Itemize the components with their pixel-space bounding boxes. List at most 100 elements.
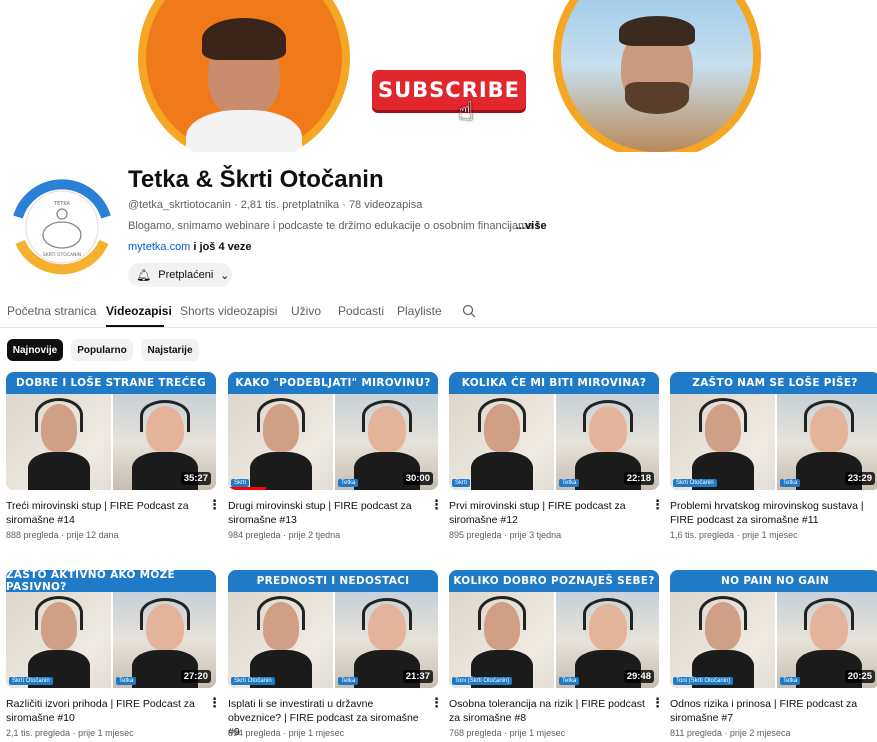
video-duration: 22:18 (623, 472, 654, 485)
upload-age: prije 1 mjesec (509, 728, 566, 738)
tab-playlists[interactable]: Playliste (397, 304, 442, 318)
video-thumbnail[interactable]: ZAŠTO AKTIVNO AKO MOŽE PASIVNO? Škrti Ot… (6, 570, 216, 688)
more-options-icon[interactable]: ⋮ (430, 696, 443, 709)
video-duration: 23:29 (844, 472, 875, 485)
video-meta: 2,1 tis. pregleda · prije 1 mjesec (6, 728, 134, 738)
video-title[interactable]: Osobna tolerancija na rizik | FIRE podca… (449, 697, 645, 725)
chevron-down-icon: ⌄ (220, 269, 230, 282)
view-count: 768 pregleda (449, 728, 502, 738)
video-duration: 30:00 (402, 472, 433, 485)
video-title[interactable]: Odnos rizika i prinosa | FIRE podcast za… (670, 697, 866, 725)
thumbnail-name-tag: Tetka (780, 677, 801, 685)
view-count: 895 pregleda (449, 530, 502, 540)
video-meta: 894 pregleda · prije 1 mjesec (228, 728, 345, 738)
thumbnail-name-tag: Tetka (559, 479, 580, 487)
video-thumbnail[interactable]: KAKO "PODEBLJATI" MIROVINU? Škrti Tetka 3… (228, 372, 438, 490)
channel-tabs: Početna stranica Videozapisi Shorts vide… (0, 298, 877, 328)
website-link[interactable]: mytetka.com (128, 241, 190, 253)
channel-description[interactable]: Blogamo, snimamo webinare i podcaste te … (128, 220, 547, 232)
thumbnail-headline: PREDNOSTI I NEDOSTACI (228, 570, 438, 592)
channel-avatar[interactable]: TETKA ŠKRTI OTOČANIN (10, 172, 114, 282)
more-options-icon[interactable]: ⋮ (208, 696, 221, 709)
thumbnail-headline: KOLIKA ĆE MI BITI MIROVINA? (449, 372, 659, 394)
more-options-icon[interactable]: ⋮ (430, 498, 443, 511)
thumbnail-name-tag: Škrti Otočanin (9, 677, 53, 685)
more-links[interactable]: i još 4 veze (190, 241, 251, 253)
thumbnail-name-tag: Tetka (780, 479, 801, 487)
watch-progress-bar (228, 487, 266, 490)
thumbnail-name-tag: Toni (Škrti Otočanin) (673, 677, 734, 685)
upload-age: prije 1 mjesec (742, 530, 798, 540)
tab-live[interactable]: Uživo (291, 304, 321, 318)
avatar-text-top: TETKA (53, 201, 70, 207)
thumbnail-headline: DOBRE I LOŠE STRANE TREĆEG (6, 372, 216, 394)
video-meta: 811 pregleda · prije 2 mjeseca (670, 728, 791, 738)
channel-stats: @tetka_skrtiotocanin · 2,81 tis. pretpla… (128, 199, 423, 211)
video-thumbnail[interactable]: DOBRE I LOŠE STRANE TREĆEG 35:27 (6, 372, 216, 490)
video-meta: 768 pregleda · prije 1 mjesec (449, 728, 566, 738)
upload-age: prije 2 tjedna (288, 530, 341, 540)
video-meta: 1,6 tis. pregleda · prije 1 mjesec (670, 530, 798, 540)
video-title[interactable]: Prvi mirovinski stup | FIRE podcast za s… (449, 499, 645, 527)
video-title[interactable]: Drugi mirovinski stup | FIRE podcast za … (228, 499, 424, 527)
tetka-photo (138, 0, 350, 152)
thumbnail-name-tag: Škrti Otočanin (673, 479, 717, 487)
upload-age: prije 1 mjesec (78, 728, 134, 738)
thumbnail-name-tag: Toni (Škrti Otočanin) (452, 677, 513, 685)
bell-icon: 🔔︎ (136, 268, 152, 282)
more-options-icon[interactable]: ⋮ (872, 498, 877, 511)
thumbnail-name-tag: Tetka (338, 479, 359, 487)
more-options-icon[interactable]: ⋮ (208, 498, 221, 511)
tab-home[interactable]: Početna stranica (7, 304, 96, 318)
video-duration: 29:48 (623, 670, 654, 683)
thumbnail-headline: KAKO "PODEBLJATI" MIROVINU? (228, 372, 438, 394)
video-meta: 984 pregleda · prije 2 tjedna (228, 530, 341, 540)
tab-shorts[interactable]: Shorts videozapisi (180, 304, 277, 318)
thumbnail-name-tag: Škrti Otočanin (231, 677, 275, 685)
subscribed-button[interactable]: 🔔︎ Pretplaćeni ⌄ (128, 263, 232, 287)
video-duration: 35:27 (180, 472, 211, 485)
video-count: 78 videozapisa (348, 199, 423, 211)
more-options-icon[interactable]: ⋮ (872, 696, 877, 709)
chip-oldest[interactable]: Najstarije (141, 339, 199, 361)
upload-age: prije 12 dana (66, 530, 119, 540)
video-thumbnail[interactable]: KOLIKO DOBRO POZNAJEŠ SEBE? Toni (Škrti … (449, 570, 659, 688)
subscribed-label: Pretplaćeni (158, 269, 214, 281)
search-icon[interactable] (462, 304, 476, 321)
thumbnail-name-tag: Škrti (452, 479, 470, 487)
video-thumbnail[interactable]: PREDNOSTI I NEDOSTACI Škrti Otočanin Tetk… (228, 570, 438, 688)
view-count: 888 pregleda (6, 530, 59, 540)
pointer-hand-icon: ☝ (458, 96, 474, 126)
video-meta: 888 pregleda · prije 12 dana (6, 530, 119, 540)
video-thumbnail[interactable]: KOLIKA ĆE MI BITI MIROVINA? Škrti Tetka 2… (449, 372, 659, 490)
thumbnail-headline: NO PAIN NO GAIN (670, 570, 877, 592)
video-thumbnail[interactable]: NO PAIN NO GAIN Toni (Škrti Otočanin) Tet… (670, 570, 877, 688)
thumbnail-headline: ZAŠTO NAM SE LOŠE PIŠE? (670, 372, 877, 394)
subscribe-text: SUBSCRIBE (377, 78, 521, 102)
video-title[interactable]: Različiti izvori prihoda | FIRE Podcast … (6, 697, 202, 725)
subscriber-count: 2,81 tis. pretplatnika (240, 199, 340, 211)
video-meta: 895 pregleda · prije 3 tjedna (449, 530, 562, 540)
tab-videos[interactable]: Videozapisi (106, 304, 172, 318)
thumbnail-name-tag: Tetka (338, 677, 359, 685)
more-link[interactable]: ...više (516, 220, 547, 232)
view-count: 811 pregleda (670, 728, 722, 738)
video-duration: 21:37 (402, 670, 433, 683)
channel-links: mytetka.com i još 4 veze (128, 241, 252, 253)
thumbnail-name-tag: Tetka (559, 677, 580, 685)
video-duration: 20:25 (844, 670, 875, 683)
view-count: 984 pregleda (228, 530, 281, 540)
thumbnail-name-tag: Škrti (231, 479, 249, 487)
video-thumbnail[interactable]: ZAŠTO NAM SE LOŠE PIŠE? Škrti Otočanin Te… (670, 372, 877, 490)
more-options-icon[interactable]: ⋮ (651, 498, 664, 511)
more-options-icon[interactable]: ⋮ (651, 696, 664, 709)
view-count: 2,1 tis. pregleda (6, 728, 71, 738)
channel-title: Tetka & Škrti Otočanin (128, 166, 384, 193)
video-title[interactable]: Treći mirovinski stup | FIRE Podcast za … (6, 499, 202, 527)
tab-podcasts[interactable]: Podcasti (338, 304, 384, 318)
banner-subscribe-graphic: SUBSCRIBE (372, 70, 526, 110)
video-duration: 27:20 (180, 670, 211, 683)
chip-popular[interactable]: Popularno (71, 339, 133, 361)
chip-newest[interactable]: Najnovije (7, 339, 63, 361)
video-title[interactable]: Problemi hrvatskog mirovinskog sustava |… (670, 499, 866, 527)
